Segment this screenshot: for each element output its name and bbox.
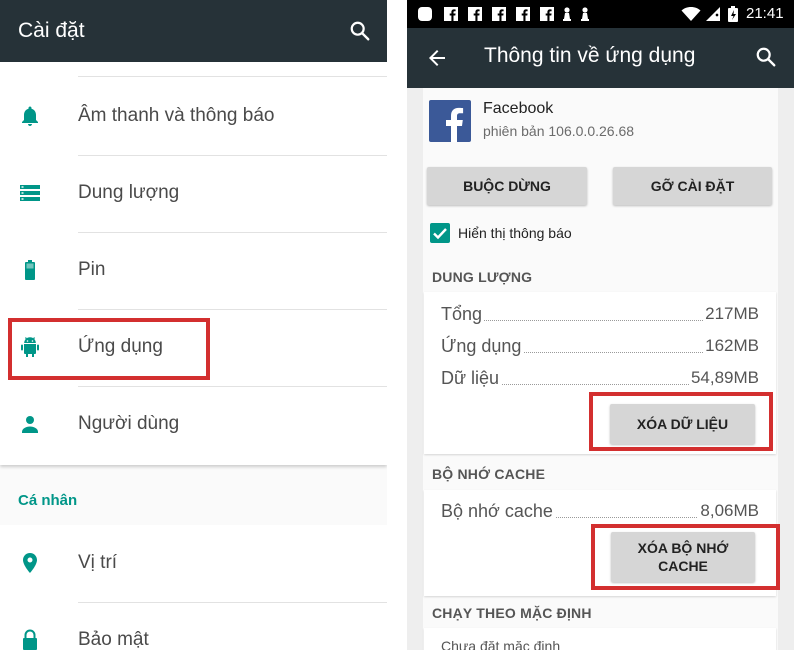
- storage-icon: [20, 185, 40, 201]
- cache-row: Bộ nhớ cache 8,06MB: [441, 499, 759, 523]
- panel-separator: [387, 0, 407, 650]
- app-info-app-bar: Thông tin về ứng dụng: [407, 28, 794, 88]
- facebook-notification-icon: [492, 7, 506, 21]
- battery-charging-icon: [728, 6, 738, 22]
- bell-icon: [22, 106, 38, 126]
- person-icon: [22, 416, 38, 433]
- section-header-defaults: CHẠY THEO MẶC ĐỊNH: [432, 605, 592, 621]
- uninstall-button[interactable]: GỠ CÀI ĐẶT: [613, 167, 772, 205]
- cache-label: Bộ nhớ cache: [441, 501, 555, 522]
- app-version: phiên bản 106.0.0.26.68: [483, 123, 635, 139]
- app-name: Facebook: [483, 100, 554, 117]
- chess-pawn-icon: [563, 7, 571, 21]
- chess-pawn-icon: [581, 7, 589, 21]
- show-notifications-checkbox[interactable]: [430, 223, 450, 243]
- section-header-cache: BỘ NHỚ CACHE: [432, 466, 546, 482]
- facebook-notification-icon: [540, 7, 554, 21]
- show-notifications-label: Hiển thị thông báo: [458, 225, 572, 241]
- storage-label: Dữ liệu: [441, 368, 502, 389]
- defaults-status: Chưa đặt mặc định: [441, 638, 561, 650]
- storage-value: 54,89MB: [688, 368, 759, 388]
- settings-item-users[interactable]: Người dùng: [0, 386, 387, 463]
- storage-value: 217MB: [703, 304, 759, 324]
- storage-label: Ứng dụng: [441, 336, 524, 357]
- section-header-storage: DUNG LƯỢNG: [432, 269, 533, 285]
- settings-item-sound[interactable]: Âm thanh và thông báo: [0, 78, 387, 155]
- settings-item-label: Người dùng: [78, 413, 180, 434]
- force-stop-button[interactable]: BUỘC DỪNG: [427, 167, 587, 205]
- storage-row-app: Ứng dụng 162MB: [441, 334, 759, 358]
- status-time: 21:41: [746, 5, 784, 22]
- highlight-apps-item: [8, 318, 210, 380]
- location-icon: [23, 553, 37, 573]
- signal-icon: [706, 7, 720, 21]
- storage-row-data: Dữ liệu 54,89MB: [441, 366, 759, 390]
- settings-app-bar: Cài đặt: [0, 0, 387, 62]
- divider: [78, 76, 387, 77]
- status-bar: 21:41: [407, 0, 794, 28]
- notification-dot-icon: [418, 7, 432, 21]
- back-arrow-icon[interactable]: [425, 46, 449, 70]
- storage-value: 162MB: [703, 336, 759, 356]
- search-icon[interactable]: [349, 20, 371, 42]
- device-settings-card: Âm thanh và thông báo Dung lượng Pin Ứng…: [0, 62, 387, 465]
- facebook-notification-icon: [444, 7, 458, 21]
- settings-item-battery[interactable]: Pin: [0, 232, 387, 309]
- storage-label: Tổng: [441, 304, 485, 325]
- settings-item-storage[interactable]: Dung lượng: [0, 155, 387, 232]
- personal-settings-card: Vị trí Bảo mật: [0, 525, 387, 650]
- storage-row-total: Tổng 217MB: [441, 302, 759, 326]
- lock-icon: [23, 629, 37, 650]
- settings-item-label: Dung lượng: [78, 182, 180, 203]
- highlight-clear-data: [589, 392, 773, 451]
- settings-title: Cài đặt: [18, 19, 85, 42]
- wifi-icon: [681, 7, 701, 21]
- settings-item-label: Bảo mật: [78, 629, 149, 650]
- search-icon[interactable]: [755, 46, 777, 68]
- check-icon: [433, 228, 447, 240]
- app-info-screen: 21:41 Thông tin về ứng dụng Facebook phi…: [407, 0, 794, 650]
- settings-item-security[interactable]: Bảo mật: [0, 602, 387, 650]
- highlight-clear-cache: [591, 524, 780, 590]
- app-info-title: Thông tin về ứng dụng: [484, 44, 696, 67]
- section-header-personal: Cá nhân: [18, 492, 78, 509]
- settings-screen: Cài đặt Âm thanh và thông báo Dung lượng…: [0, 0, 387, 650]
- defaults-card: Chưa đặt mặc định: [424, 628, 776, 650]
- facebook-logo-icon: [429, 100, 471, 142]
- facebook-notification-icon: [516, 7, 530, 21]
- cache-value: 8,06MB: [698, 501, 759, 521]
- battery-icon: [25, 260, 35, 280]
- settings-item-label: Âm thanh và thông báo: [78, 105, 275, 126]
- settings-item-label: Pin: [78, 259, 106, 280]
- settings-item-label: Vị trí: [78, 552, 118, 573]
- facebook-notification-icon: [468, 7, 482, 21]
- settings-item-location[interactable]: Vị trí: [0, 525, 387, 602]
